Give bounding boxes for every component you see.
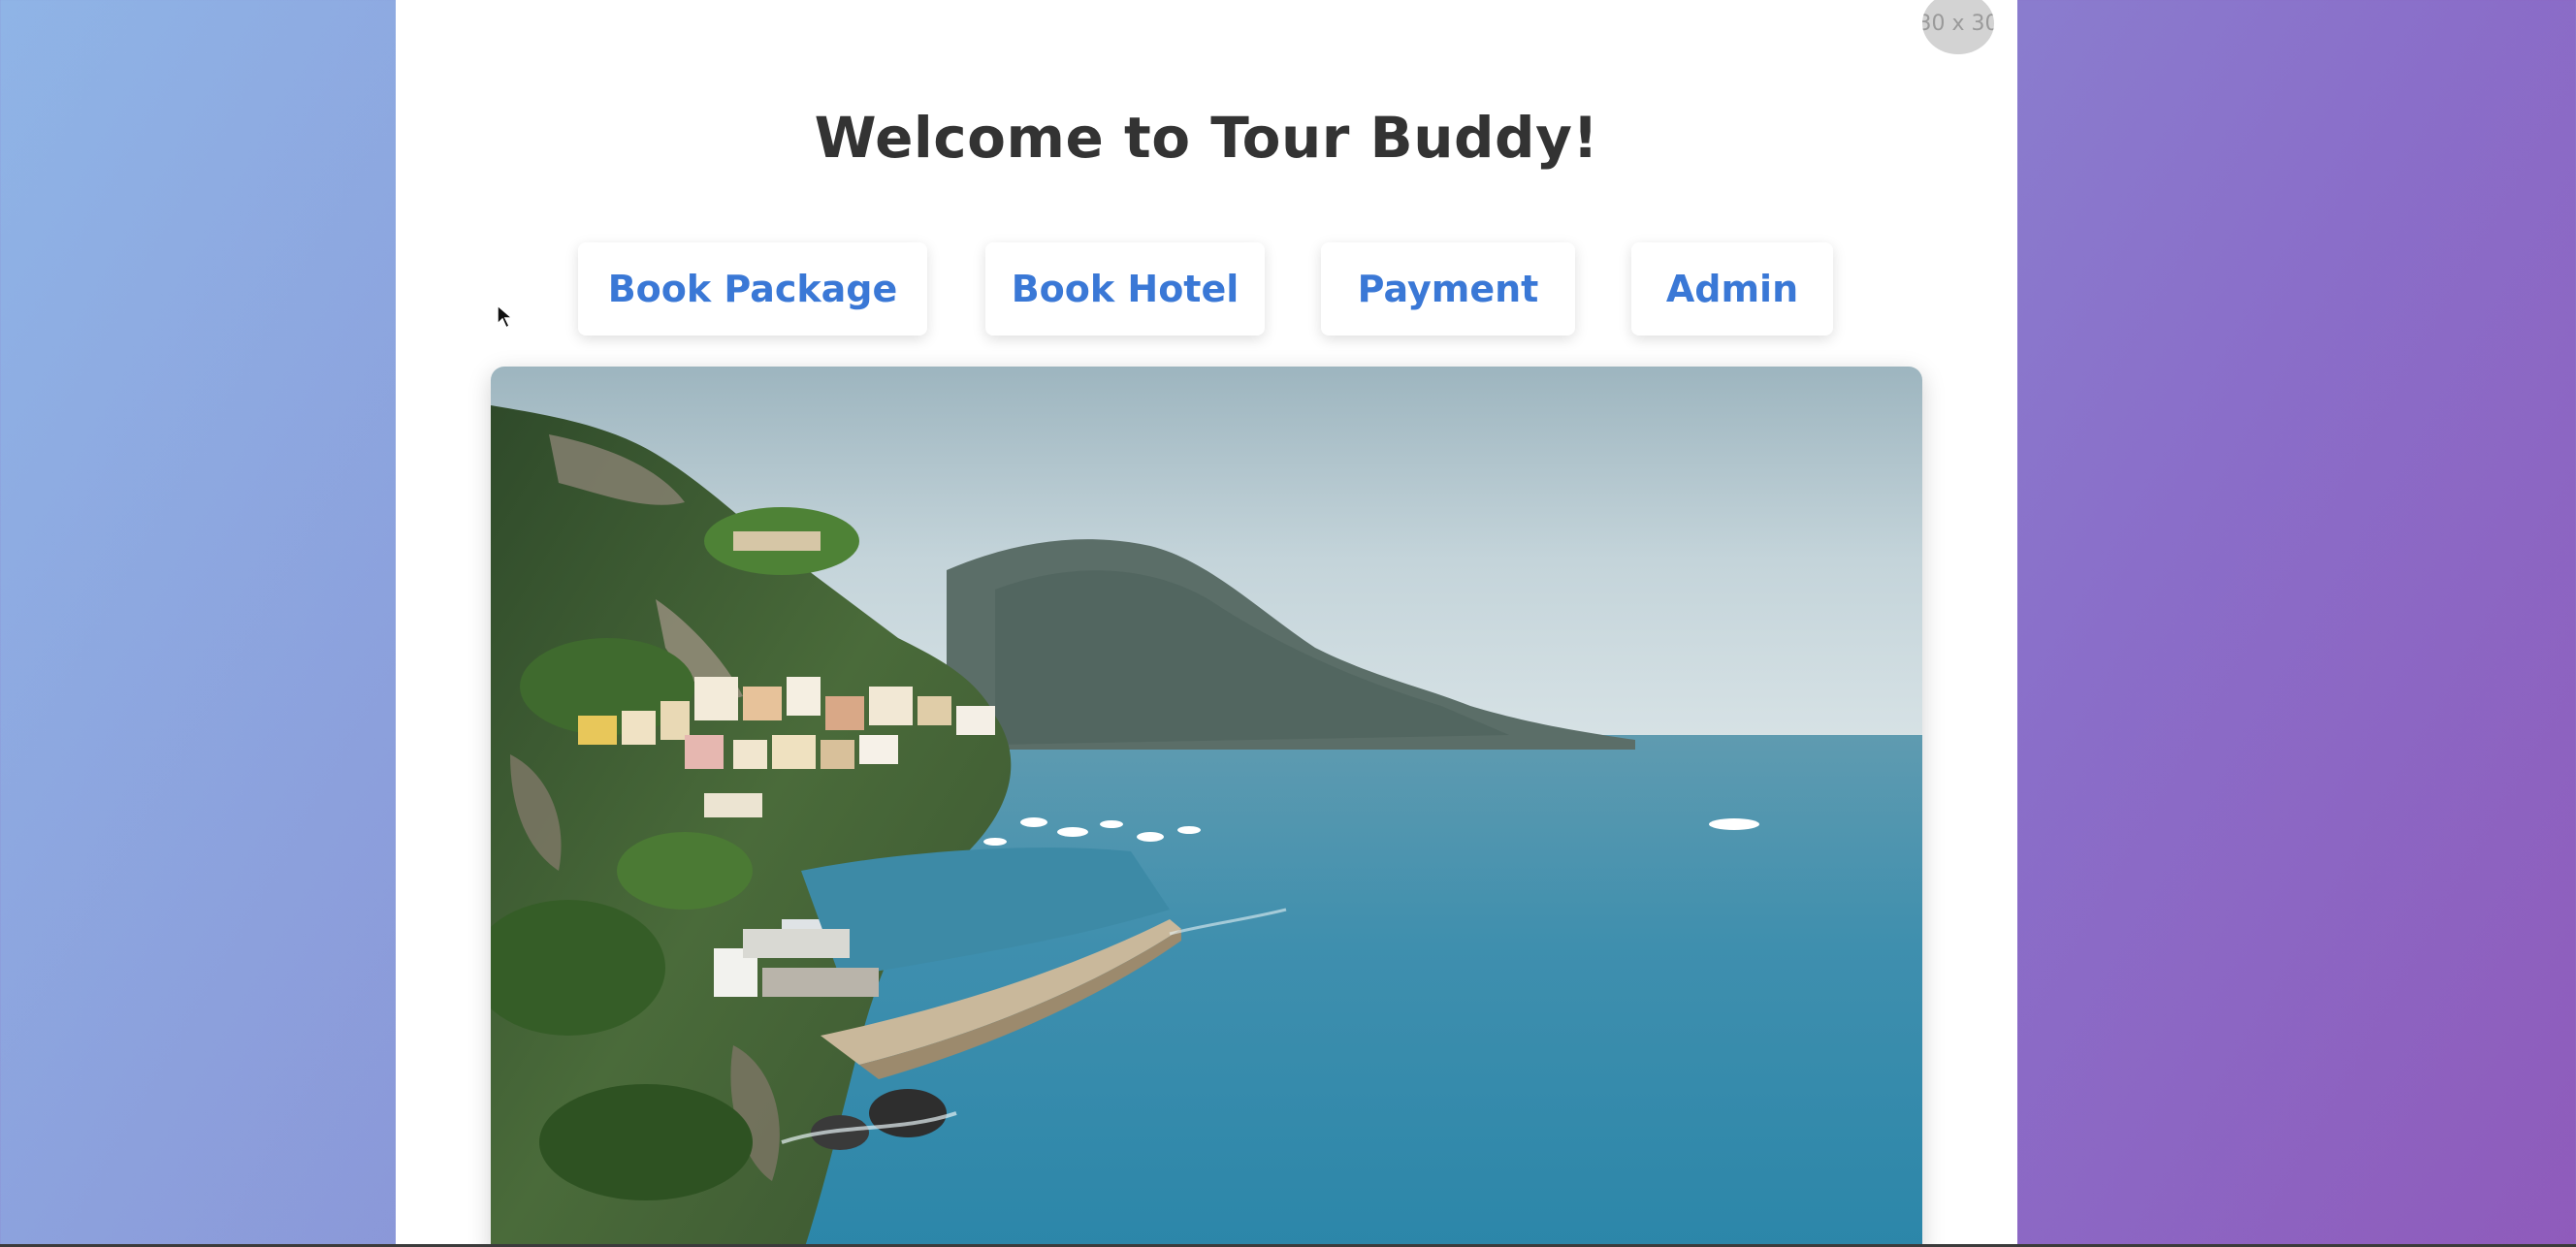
- size-indicator-text: 30 x 30: [1922, 11, 1994, 36]
- book-hotel-button[interactable]: Book Hotel: [985, 242, 1265, 336]
- book-package-button[interactable]: Book Package: [578, 242, 927, 336]
- hero-image: [491, 367, 1922, 1247]
- coastal-harbor-illustration: [491, 367, 1922, 1247]
- payment-button[interactable]: Payment: [1321, 242, 1575, 336]
- admin-button[interactable]: Admin: [1631, 242, 1833, 336]
- mouse-cursor-icon: [497, 304, 514, 330]
- page-title: Welcome to Tour Buddy!: [814, 105, 1599, 171]
